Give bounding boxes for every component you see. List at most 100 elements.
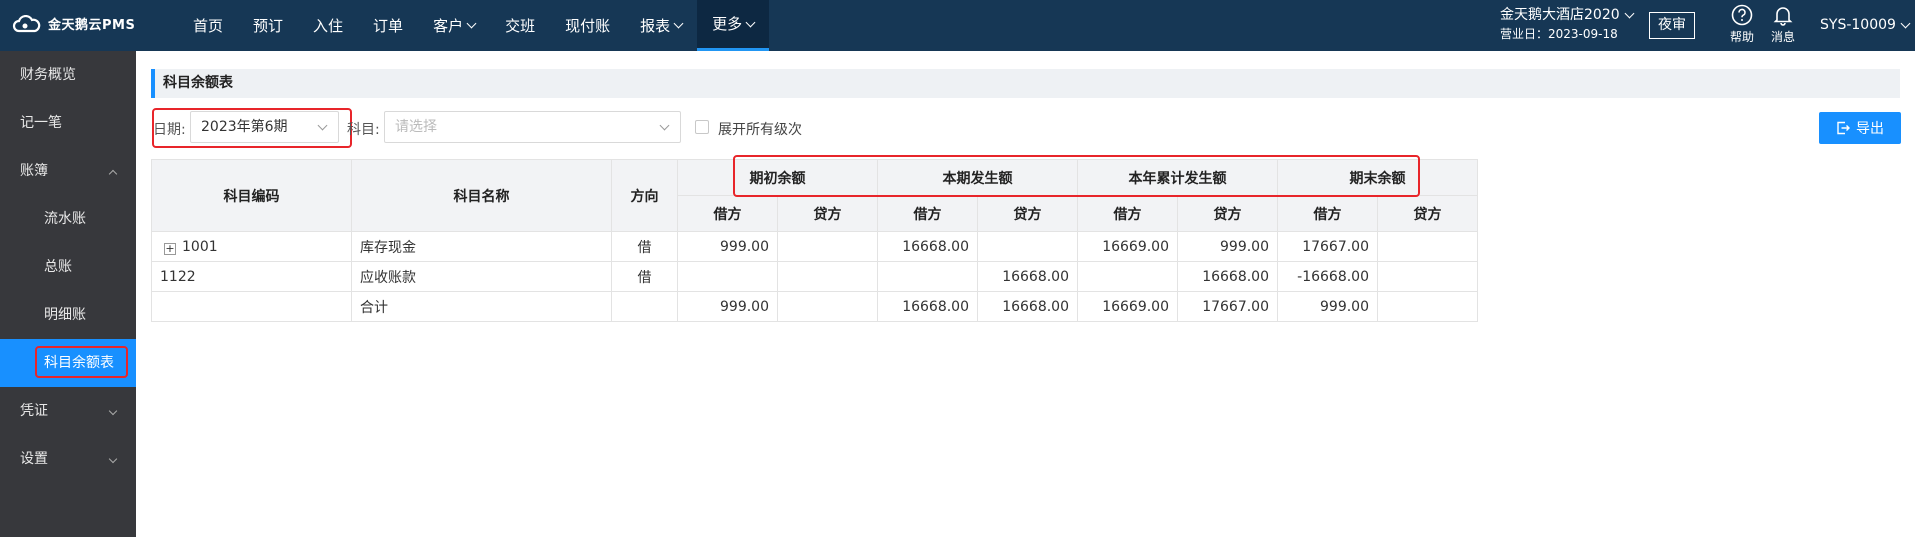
cell-value: 16669.00 xyxy=(1077,291,1178,322)
export-label: 导出 xyxy=(1856,121,1884,137)
cell-name: 应收账款 xyxy=(351,261,612,292)
column-header-debit: 借方 xyxy=(677,195,778,232)
column-group-closing-balance: 期末余额 xyxy=(1277,159,1478,196)
sidebar-item-record-entry[interactable]: 记一笔 xyxy=(0,99,136,147)
sidebar-item-label: 明细账 xyxy=(44,307,86,323)
hotel-switcher[interactable]: 金天鹅大酒店2020 营业日：2023-09-18 xyxy=(1500,6,1635,44)
cell-value: 999.00 xyxy=(677,291,778,322)
export-icon xyxy=(1837,121,1850,135)
nav-orders[interactable]: 订单 xyxy=(358,0,418,51)
nav-customers[interactable]: 客户 xyxy=(418,0,490,51)
cell-value: -16668.00 xyxy=(1277,261,1378,292)
cell-value xyxy=(777,291,878,322)
business-day: 营业日：2023-09-18 xyxy=(1500,27,1618,41)
sidebar-item-balance-sheet[interactable]: 科目余额表 xyxy=(0,339,136,387)
sidebar-item-journal[interactable]: 流水账 xyxy=(0,195,136,243)
cell-value: 16668.00 xyxy=(1177,261,1278,292)
sidebar-item-label: 流水账 xyxy=(44,211,86,227)
table-row: 1122 应收账款 借 16668.00 16668.00 -16668.00 xyxy=(151,261,1478,292)
nav-label: 更多 xyxy=(712,15,743,33)
help-button[interactable]: 帮助 xyxy=(1722,4,1762,45)
app-logo[interactable]: 金天鹅云PMS xyxy=(12,14,135,33)
column-header-direction: 方向 xyxy=(611,159,678,232)
nav-label: 首页 xyxy=(193,16,224,35)
balance-table: 科目编码 科目名称 方向 期初余额 本期发生额 本年累计发生额 期末余额 借方 … xyxy=(151,159,1478,322)
cell-value: 17667.00 xyxy=(1277,231,1378,262)
nav-shift[interactable]: 交班 xyxy=(490,0,550,51)
sidebar-item-label: 总账 xyxy=(44,259,72,275)
cell-code: 1122 xyxy=(151,261,352,292)
column-header-credit: 贷方 xyxy=(977,195,1078,232)
nav-label: 订单 xyxy=(373,16,404,35)
cell-name: 合计 xyxy=(351,291,612,322)
nav-label: 报表 xyxy=(640,16,671,35)
sidebar-item-label: 凭证 xyxy=(20,403,48,419)
cell-direction: 借 xyxy=(611,261,678,292)
expand-all-checkbox[interactable] xyxy=(695,120,709,134)
sidebar-item-ledgers[interactable]: 账簿 xyxy=(0,147,136,195)
table-header-row: 科目编码 科目名称 方向 期初余额 本期发生额 本年累计发生额 期末余额 xyxy=(151,159,1478,232)
chevron-down-icon xyxy=(1900,18,1911,28)
expand-plus-icon[interactable]: + xyxy=(164,242,176,255)
column-group-opening-balance: 期初余额 xyxy=(677,159,878,196)
cell-value: 16668.00 xyxy=(877,291,978,322)
cell-value: 999.00 xyxy=(1277,291,1378,322)
sidebar-item-general-ledger[interactable]: 总账 xyxy=(0,243,136,291)
chevron-down-icon xyxy=(108,406,118,416)
chevron-down-icon xyxy=(108,454,118,464)
help-icon xyxy=(1731,4,1753,26)
cell-code: +1001 xyxy=(151,231,352,262)
cell-value: 17667.00 xyxy=(1177,291,1278,322)
cell-value xyxy=(1377,261,1478,292)
page-title: 科目余额表 xyxy=(151,69,1900,98)
nav-more[interactable]: 更多 xyxy=(697,0,770,51)
cell-direction: 借 xyxy=(611,231,678,262)
nav-label: 交班 xyxy=(505,16,536,35)
hotel-name: 金天鹅大酒店2020 xyxy=(1500,7,1620,23)
nav-reservation[interactable]: 预订 xyxy=(238,0,298,51)
chevron-down-icon xyxy=(317,120,328,131)
chevron-down-icon xyxy=(466,18,477,29)
sidebar-item-settings[interactable]: 设置 xyxy=(0,435,136,483)
cell-name: 库存现金 xyxy=(351,231,612,262)
column-header-credit: 贷方 xyxy=(1177,195,1278,232)
column-header-code: 科目编码 xyxy=(151,159,352,232)
messages-button[interactable]: 消息 xyxy=(1763,4,1803,45)
date-period-select[interactable]: 2023年第6期 xyxy=(190,111,339,143)
date-period-value: 2023年第6期 xyxy=(201,119,288,135)
expand-all-label[interactable]: 展开所有级次 xyxy=(718,119,802,139)
cell-value: 16668.00 xyxy=(977,291,1078,322)
messages-label: 消息 xyxy=(1770,30,1795,44)
column-group-period-amount: 本期发生额 xyxy=(877,159,1078,196)
subject-placeholder: 请选择 xyxy=(395,119,437,135)
cell-value xyxy=(777,261,878,292)
sidebar-item-label: 账簿 xyxy=(20,163,48,179)
top-navbar: 金天鹅云PMS 首页 预订 入住 订单 客户 交班 现付账 报表 更多 金天鹅大… xyxy=(0,0,1915,51)
cloud-logo-icon xyxy=(12,14,41,32)
nav-reports[interactable]: 报表 xyxy=(625,0,697,51)
chevron-down-icon xyxy=(1624,8,1635,19)
sidebar-item-vouchers[interactable]: 凭证 xyxy=(0,387,136,435)
subject-select[interactable]: 请选择 xyxy=(384,111,681,143)
cell-value xyxy=(1077,261,1178,292)
sidebar-item-label: 财务概览 xyxy=(20,67,76,83)
cell-value: 999.00 xyxy=(1177,231,1278,262)
nav-checkin[interactable]: 入住 xyxy=(298,0,358,51)
export-button[interactable]: 导出 xyxy=(1819,112,1901,144)
sidebar-item-finance-overview[interactable]: 财务概览 xyxy=(0,51,136,99)
night-audit-button[interactable]: 夜审 xyxy=(1649,12,1695,39)
sidebar-item-detail-ledger[interactable]: 明细账 xyxy=(0,291,136,339)
cell-value xyxy=(1377,291,1478,322)
nav-cash-account[interactable]: 现付账 xyxy=(550,0,625,51)
column-header-debit: 借方 xyxy=(1077,195,1178,232)
column-header-credit: 贷方 xyxy=(1377,195,1478,232)
nav-label: 预订 xyxy=(253,16,284,35)
nav-home[interactable]: 首页 xyxy=(178,0,238,51)
column-header-credit: 贷方 xyxy=(777,195,878,232)
chevron-down-icon xyxy=(673,18,684,29)
user-menu[interactable]: SYS-10009 xyxy=(1820,17,1911,33)
column-header-debit: 借方 xyxy=(877,195,978,232)
nav-label: 现付账 xyxy=(565,16,611,35)
cell-value xyxy=(677,261,778,292)
subject-filter-label: 科目: xyxy=(347,122,380,138)
